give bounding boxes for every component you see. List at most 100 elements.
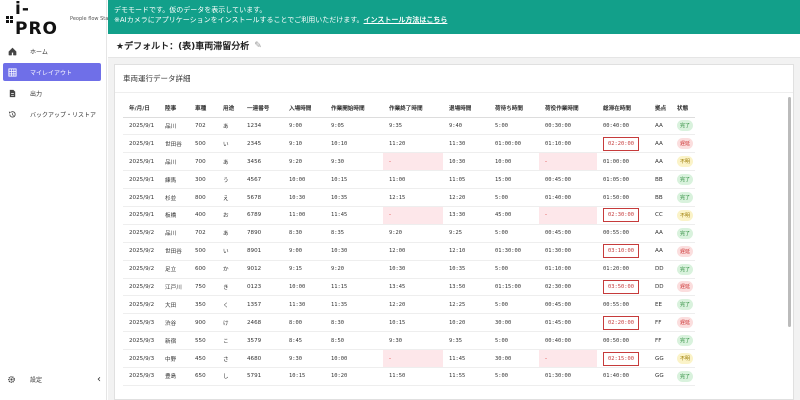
table-row[interactable]: 2025/9/2 江戸川 750 き 0123 10:00 11:15 13:45 13:50 0… — [123, 278, 696, 297]
table-cell: 2025/9/3 — [123, 349, 159, 368]
table-cell: 5:00 — [489, 367, 539, 386]
table-row[interactable]: 2025/9/3 中野 450 さ 4680 9:30 10:00-11:45 30:00-0… — [123, 349, 696, 368]
table-cell: く — [217, 295, 241, 315]
table-row[interactable]: 2025/9/3 渋谷 900 け 2468 8:00 8:30 10:15 10:20 30:0… — [123, 313, 696, 333]
sidebar-item-backup-restore[interactable]: バックアップ・リストア — [3, 105, 101, 123]
table-body: 2025/9/1 品川 702 あ 1234 9:00 9:05 9:35 9:40 5:00 00… — [123, 117, 696, 386]
total-stay-alert: 03:50:00 — [603, 279, 639, 294]
table-cell: 9:20 — [325, 260, 383, 279]
table-cell: 01:30:00 — [539, 367, 597, 386]
page-title: ★デフォルト：(表)車両滞留分析 — [116, 42, 250, 52]
table-cell: 不明 — [671, 206, 696, 225]
column-header: 退場時間 — [443, 99, 489, 118]
table-cell: 01:45:00 — [539, 313, 597, 333]
vehicle-data-table: 年/月/日 陸事 車種 用途 一連番号 入場時間 作業開始時間 作業終了時間 退場時間 荷待ち時間… — [123, 99, 696, 386]
table-cell: 9:00 — [283, 117, 325, 136]
table-cell: 9:15 — [283, 260, 325, 279]
table-cell: 大田 — [159, 295, 189, 315]
total-stay-alert: 02:20:00 — [603, 315, 639, 330]
table-cell: 5:00 — [489, 117, 539, 136]
table-cell: 9:35 — [443, 331, 489, 351]
sidebar-item-output[interactable]: 出力 — [3, 84, 101, 102]
table-cell: 11:20 — [383, 134, 443, 154]
table-row[interactable]: 2025/9/1 世田谷 500 い 2345 9:10 10:10 11:20 11:30 01… — [123, 134, 696, 154]
table-cell: 完了 — [671, 295, 696, 315]
table-cell: こ — [217, 331, 241, 351]
table-cell: 02:20:00 — [597, 134, 649, 154]
table-cell: 12:20 — [383, 295, 443, 315]
file-icon — [7, 88, 17, 98]
table-row[interactable]: 2025/9/1 練馬 300 う 4567 10:00 10:15 11:00 11:05 15… — [123, 170, 696, 190]
table-cell: 10:00 — [283, 170, 325, 190]
table-cell: 8901 — [241, 242, 283, 261]
column-header: 年/月/日 — [123, 99, 159, 118]
table-row[interactable]: 2025/9/1 品川 700 あ 3456 9:20 9:30-10:30 10:00-01… — [123, 152, 696, 172]
table-cell: 世田谷 — [159, 242, 189, 261]
table-cell: 2025/9/2 — [123, 242, 159, 261]
table-cell: 02:30:00 — [539, 278, 597, 297]
sidebar-settings[interactable]: 設定 ‹ — [3, 372, 101, 386]
table-cell: 遅延 — [671, 313, 696, 333]
table-cell: し — [217, 367, 241, 386]
table-cell: 01:10:00 — [539, 260, 597, 279]
status-badge: 不明 — [677, 209, 694, 221]
table-cell: 4567 — [241, 170, 283, 190]
sidebar: i-PRO People flow Statistics ホーム マイレイアウト — [0, 0, 123, 400]
table-cell: BB — [649, 170, 671, 190]
table-row[interactable]: 2025/9/2 世田谷 500 い 8901 9:00 10:30 12:00 12:10 01… — [123, 242, 696, 261]
table-row[interactable]: 2025/9/2 品川 702 あ 7890 8:30 8:35 9:20 9:25 5:00 00… — [123, 224, 696, 243]
table-cell: 不明 — [671, 152, 696, 172]
table-cell: 9012 — [241, 260, 283, 279]
table-cell: 5791 — [241, 367, 283, 386]
sidebar-item-my-layout[interactable]: マイレイアウト — [3, 63, 101, 81]
table-cell: 12:20 — [443, 188, 489, 207]
table-cell: - — [539, 349, 597, 368]
table-cell: 450 — [189, 349, 217, 368]
banner-line-2: ※AIカメラにアプリケーションをインストールすることでご利用いただけます。インス… — [114, 16, 448, 24]
table-cell: 00:30:00 — [539, 117, 597, 136]
table-cell: 2025/9/3 — [123, 331, 159, 351]
table-cell: 4680 — [241, 349, 283, 368]
table-cell: 500 — [189, 134, 217, 154]
table-cell: 11:50 — [383, 367, 443, 386]
table-cell: 練馬 — [159, 170, 189, 190]
edit-title-icon[interactable]: ✎ — [254, 41, 262, 51]
table-row[interactable]: 2025/9/3 新宿 550 こ 3579 8:45 8:50 9:30 9:35 5:00 00… — [123, 331, 696, 351]
table-cell: 2025/9/1 — [123, 206, 159, 225]
table-cell: 600 — [189, 260, 217, 279]
status-badge: 遅延 — [677, 138, 694, 150]
table-cell: 3579 — [241, 331, 283, 351]
table-cell: 遅延 — [671, 242, 696, 261]
table-row[interactable]: 2025/9/1 品川 702 あ 1234 9:00 9:05 9:35 9:40 5:00 00… — [123, 117, 696, 136]
table-cell: 新宿 — [159, 331, 189, 351]
table-row[interactable]: 2025/9/3 豊島 650 し 5791 10:15 10:20 11:50 11:55 5:… — [123, 367, 696, 386]
table-cell: 2025/9/1 — [123, 117, 159, 136]
table-cell: 11:15 — [325, 278, 383, 297]
table-row[interactable]: 2025/9/1 杉並 800 え 5678 10:30 10:35 12:15 12:20 5:… — [123, 188, 696, 207]
collapse-sidebar-button[interactable]: ‹ — [97, 374, 101, 385]
table-cell: 完了 — [671, 224, 696, 243]
table-cell: 10:30 — [325, 242, 383, 261]
table-cell: DD — [649, 278, 671, 297]
table-cell: 01:20:00 — [597, 260, 649, 279]
table-cell: 10:20 — [443, 313, 489, 333]
table-scrollbar[interactable] — [788, 97, 791, 327]
install-guide-link[interactable]: インストール方法はこちら — [364, 16, 448, 24]
table-cell: 9:30 — [283, 349, 325, 368]
table-cell: 13:45 — [383, 278, 443, 297]
table-cell: 完了 — [671, 170, 696, 190]
table-cell: 5678 — [241, 188, 283, 207]
table-cell: GG — [649, 367, 671, 386]
page-header: ★デフォルト：(表)車両滞留分析 ✎ — [108, 34, 800, 58]
table-row[interactable]: 2025/9/2 大田 350 く 1357 11:30 11:35 12:20 12:25 5:… — [123, 295, 696, 315]
logo-dots-icon — [6, 15, 13, 23]
main-content: 車両運行データ詳細 年/月/日 陸事 車種 用途 一連番号 入場時間 作業開始時間 作業終了時… — [108, 58, 800, 400]
table-cell: 11:00 — [283, 206, 325, 225]
table-cell: 板橋 — [159, 206, 189, 225]
sidebar-item-home[interactable]: ホーム — [3, 42, 101, 60]
vehicle-data-panel: 車両運行データ詳細 年/月/日 陸事 車種 用途 一連番号 入場時間 作業開始時間 作業終了時… — [114, 64, 794, 400]
table-row[interactable]: 2025/9/1 板橋 400 お 6789 11:00 11:45-13:30 45:00-… — [123, 206, 696, 225]
table-cell: FF — [649, 313, 671, 333]
table-row[interactable]: 2025/9/2 足立 600 か 9012 9:15 9:20 10:30 10:35 5:00… — [123, 260, 696, 279]
column-header: 荷役作業時間 — [539, 99, 597, 118]
